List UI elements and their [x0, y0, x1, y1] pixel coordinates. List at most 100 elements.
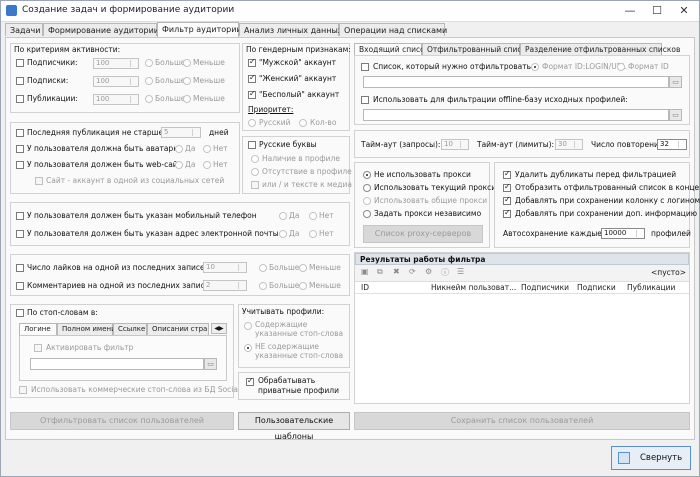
proxy-none-radio[interactable]: [363, 171, 371, 179]
subscribers-more-radio[interactable]: [145, 59, 153, 67]
russian-media-checkbox[interactable]: [251, 181, 259, 189]
stopwords-tab-description[interactable]: Описании страни: [147, 323, 209, 335]
website-social-checkbox[interactable]: [35, 177, 43, 185]
website-no-radio[interactable]: [203, 161, 211, 169]
commercial-stopwords-checkbox[interactable]: [19, 386, 27, 394]
list-file-browse-icon[interactable]: ▭: [669, 76, 682, 88]
maximize-button[interactable]: ☐: [644, 1, 670, 21]
stopwords-tab-login[interactable]: Логине: [19, 323, 57, 335]
priority-russian-radio[interactable]: [248, 119, 256, 127]
consider-not-contains-radio[interactable]: [244, 344, 252, 352]
collapse-button[interactable]: Свернуть: [611, 446, 691, 470]
stopwords-tab-fullname[interactable]: Полном имени: [57, 323, 116, 335]
subscribers-spin[interactable]: 100: [93, 58, 139, 69]
filter-users-button[interactable]: Отфильтровать список пользователей: [10, 412, 234, 430]
tab-incoming-list[interactable]: Входящий список: [354, 43, 429, 55]
column-subscriptions[interactable]: Подписки: [577, 283, 616, 292]
autosave-spin[interactable]: 10000: [601, 228, 645, 239]
repeats-spin[interactable]: 32: [657, 139, 687, 150]
priority-count-radio[interactable]: [299, 119, 307, 127]
website-yes-radio[interactable]: [175, 161, 183, 169]
save-users-button[interactable]: Сохранить список пользователей: [354, 412, 690, 430]
publications-more-radio[interactable]: [145, 95, 153, 103]
timeout-limits-spin[interactable]: 30: [555, 139, 583, 150]
delete-icon[interactable]: ✖: [393, 267, 400, 276]
likes-more-radio[interactable]: [259, 264, 267, 272]
column-id[interactable]: ID: [361, 283, 369, 292]
proxy-current-radio[interactable]: [363, 184, 371, 192]
subscriptions-more-radio[interactable]: [145, 77, 153, 85]
avatar-no-radio[interactable]: [203, 145, 211, 153]
offline-db-browse-icon[interactable]: ▭: [669, 109, 682, 121]
offline-db-input[interactable]: [363, 109, 669, 121]
gender-female-checkbox[interactable]: [248, 73, 256, 83]
column-publications[interactable]: Публикации: [627, 283, 675, 292]
tab-list-operations[interactable]: Операции над списками: [339, 23, 447, 36]
show-filtered-checkbox[interactable]: [503, 182, 511, 192]
publications-less-radio[interactable]: [183, 95, 191, 103]
stopwords-tab-link[interactable]: Ссылке: [113, 323, 147, 335]
tab-filtered-list[interactable]: Отфильтрованный список: [422, 43, 531, 55]
avatar-yes-radio[interactable]: [175, 145, 183, 153]
list-icon[interactable]: ☰: [457, 267, 464, 276]
lastpub-checkbox[interactable]: [16, 129, 24, 137]
comments-checkbox[interactable]: [16, 282, 24, 290]
phone-no-radio[interactable]: [309, 212, 317, 220]
subscribers-less-radio[interactable]: [183, 59, 191, 67]
comments-more-radio[interactable]: [259, 282, 267, 290]
minimize-button[interactable]: —: [617, 1, 643, 21]
likes-less-radio[interactable]: [299, 264, 307, 272]
proxy-shared-radio[interactable]: [363, 197, 371, 205]
private-checkbox[interactable]: [246, 376, 254, 386]
russian-present-radio[interactable]: [251, 155, 259, 163]
russian-letters-checkbox[interactable]: [248, 141, 256, 149]
remove-duplicates-checkbox[interactable]: [503, 169, 511, 179]
tab-tasks[interactable]: Задачи: [5, 23, 43, 36]
tab-audience[interactable]: Формирование аудитории: [43, 23, 159, 36]
tab-scroll-arrows-icon[interactable]: ◀▶: [211, 323, 227, 334]
tab-split-filtered[interactable]: Разделение отфильтрованных списков: [520, 43, 680, 55]
close-button[interactable]: ✕: [671, 1, 697, 21]
user-templates-button[interactable]: Пользовательские шаблоны: [238, 412, 350, 441]
russian-absent-radio[interactable]: [251, 168, 259, 176]
comments-spin[interactable]: 2: [203, 280, 247, 291]
stopwords-browse-icon[interactable]: ▭: [204, 358, 217, 370]
activate-filter-checkbox[interactable]: [34, 344, 42, 352]
info-icon[interactable]: ⓘ: [441, 267, 449, 278]
proxy-custom-radio[interactable]: [363, 210, 371, 218]
extra-info-checkbox[interactable]: [503, 208, 511, 218]
publications-spin[interactable]: 100: [93, 94, 139, 105]
likes-spin[interactable]: 10: [203, 262, 247, 273]
phone-checkbox[interactable]: [16, 212, 24, 220]
comments-less-radio[interactable]: [299, 282, 307, 290]
subscriptions-spin[interactable]: 100: [93, 76, 139, 87]
copy-icon[interactable]: ⧉: [377, 267, 383, 277]
format-id-login-radio[interactable]: [531, 63, 539, 71]
gender-neutral-checkbox[interactable]: [248, 89, 256, 99]
stopwords-checkbox[interactable]: [16, 309, 24, 317]
save-icon[interactable]: ▣: [361, 267, 369, 276]
tab-personal-data[interactable]: Анализ личных данных: [239, 23, 343, 36]
publications-checkbox[interactable]: [16, 95, 24, 103]
likes-checkbox[interactable]: [16, 264, 24, 272]
list-to-filter-checkbox[interactable]: [361, 63, 369, 71]
format-id-radio[interactable]: [617, 63, 625, 71]
login-column-checkbox[interactable]: [503, 195, 511, 205]
timeout-requests-spin[interactable]: 10: [441, 139, 469, 150]
website-checkbox[interactable]: [16, 161, 24, 169]
lastpub-spin[interactable]: 5: [161, 127, 201, 138]
column-subscribers[interactable]: Подписчики: [521, 283, 569, 292]
phone-yes-radio[interactable]: [279, 212, 287, 220]
email-yes-radio[interactable]: [279, 230, 287, 238]
stopwords-input[interactable]: [30, 358, 204, 370]
avatar-checkbox[interactable]: [16, 145, 24, 153]
proxy-list-button[interactable]: Список proxy-серверов: [363, 225, 483, 243]
subscribers-checkbox[interactable]: [16, 59, 24, 67]
column-nickname[interactable]: Никнейм пользоват...: [431, 283, 516, 292]
email-checkbox[interactable]: [16, 230, 24, 238]
tab-audience-filter[interactable]: Фильтр аудитории: [157, 22, 242, 37]
refresh-icon[interactable]: ⟳: [409, 267, 416, 276]
subscriptions-less-radio[interactable]: [183, 77, 191, 85]
offline-db-checkbox[interactable]: [361, 96, 369, 104]
gender-male-checkbox[interactable]: [248, 57, 256, 67]
